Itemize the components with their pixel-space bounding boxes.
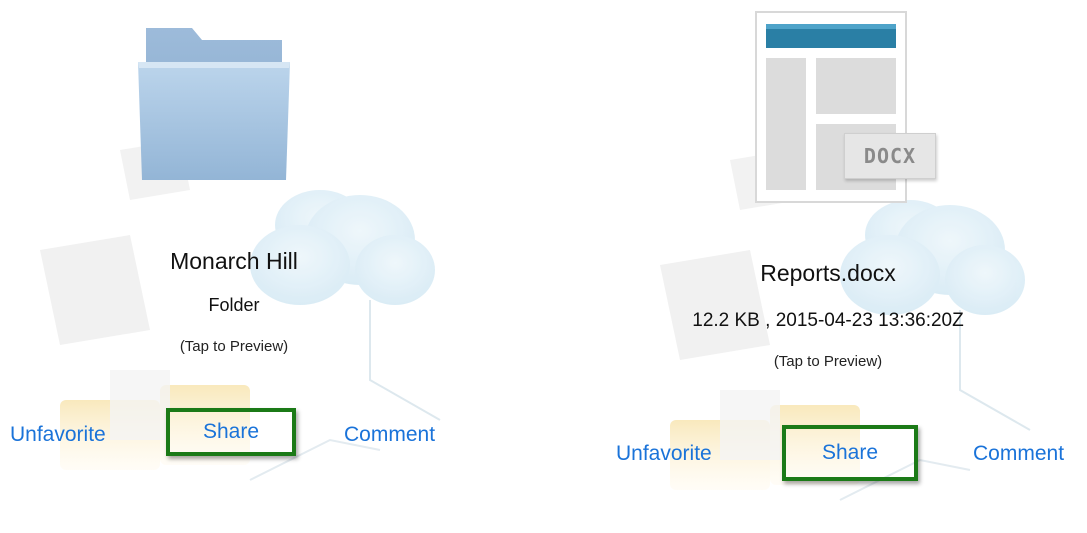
file-preview-panel-folder: Monarch Hill Folder (Tap to Preview) Unf… bbox=[0, 0, 470, 533]
docx-badge-label: DOCX bbox=[863, 144, 917, 168]
comment-button[interactable]: Comment bbox=[344, 423, 435, 447]
docx-badge: DOCX bbox=[844, 133, 936, 179]
share-button[interactable]: Share bbox=[203, 420, 259, 444]
item-name: Monarch Hill bbox=[170, 248, 298, 274]
item-detail: 12.2 KB , 2015-04-23 13:36:20Z bbox=[692, 310, 964, 331]
share-button-highlight[interactable]: Share bbox=[782, 425, 918, 481]
comment-button[interactable]: Comment bbox=[973, 442, 1064, 466]
tap-to-preview-hint[interactable]: (Tap to Preview) bbox=[703, 353, 953, 370]
item-name: Reports.docx bbox=[760, 260, 896, 286]
unfavorite-button[interactable]: Unfavorite bbox=[10, 423, 106, 447]
unfavorite-button[interactable]: Unfavorite bbox=[616, 442, 712, 466]
share-button-highlight[interactable]: Share bbox=[166, 408, 296, 456]
file-preview-panel-docx: DOCX Reports.docx 12.2 KB , 2015-04-23 1… bbox=[580, 0, 1087, 533]
folder-icon[interactable] bbox=[134, 20, 294, 186]
tap-to-preview-hint[interactable]: (Tap to Preview) bbox=[109, 338, 359, 355]
item-detail: Folder bbox=[208, 295, 260, 315]
share-button[interactable]: Share bbox=[822, 441, 878, 465]
